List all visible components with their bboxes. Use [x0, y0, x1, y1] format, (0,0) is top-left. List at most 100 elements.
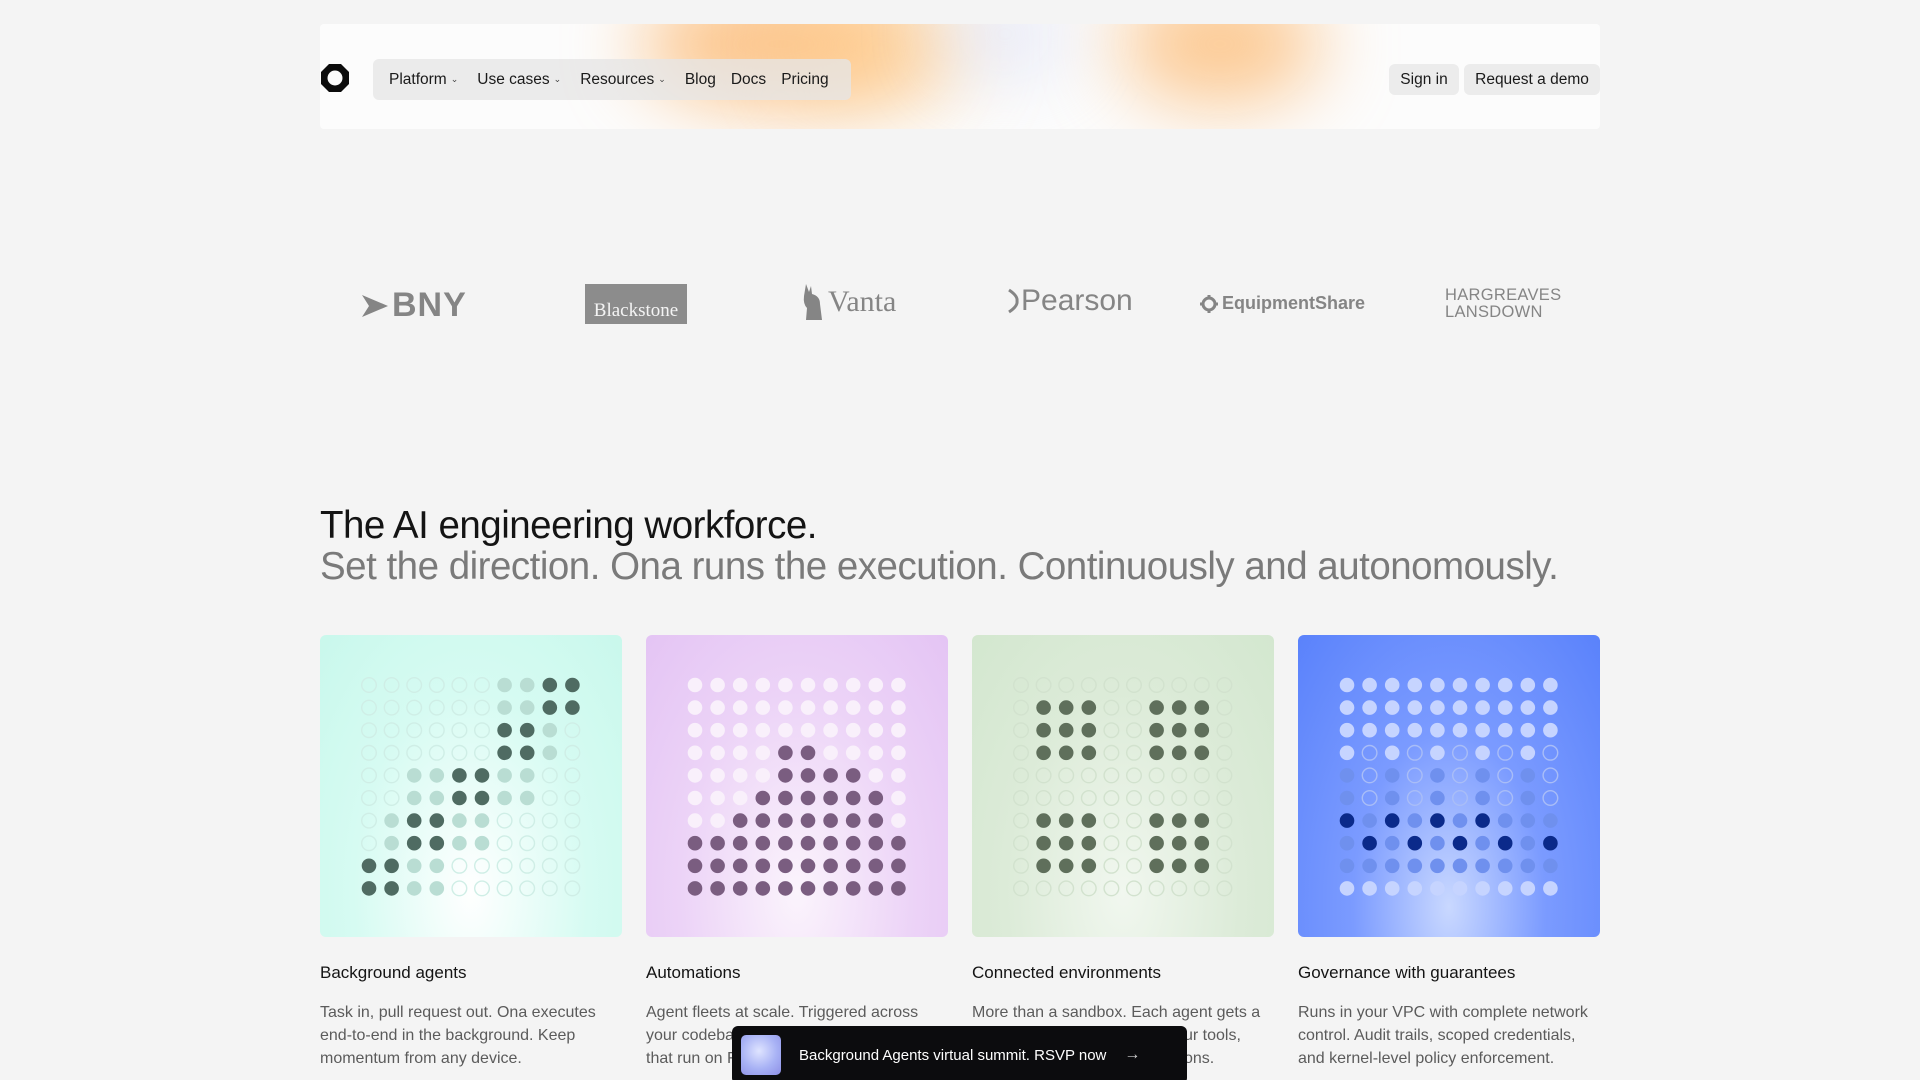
request-demo-button[interactable]: Request a demo [1464, 64, 1600, 95]
ona-logo-icon[interactable] [320, 63, 350, 93]
grid-dot [1543, 722, 1558, 738]
card-background-agents-illustration[interactable] [320, 635, 622, 937]
grid-dot [1430, 881, 1445, 896]
grid-dot [1149, 700, 1164, 715]
grid-dot [1058, 835, 1074, 851]
grid-dot [845, 881, 861, 896]
grid-dot [868, 881, 884, 896]
nav-docs[interactable]: Docs [731, 71, 766, 89]
grid-dot [755, 858, 771, 874]
grid-dot [755, 768, 771, 783]
nav-pricing[interactable]: Pricing [781, 71, 828, 89]
grid-dot [800, 881, 816, 896]
grid-dot [1430, 858, 1445, 874]
grid-dot [1148, 789, 1165, 806]
grid-dot [1384, 881, 1400, 896]
grid-dot [1497, 813, 1513, 828]
grid-dot [1361, 744, 1378, 761]
grid-dot [732, 745, 748, 761]
grid-dot [1407, 813, 1423, 828]
grid-dot [565, 677, 580, 693]
nav-use-cases[interactable]: Use cases ⌄ [477, 71, 561, 89]
grid-dot [1452, 835, 1468, 851]
grid-dot [800, 745, 816, 761]
grid-dot [1475, 722, 1490, 738]
grid-dot [1475, 677, 1490, 693]
site-header: Platform ⌄ Use cases ⌄ Resources ⌄ Blog … [320, 24, 1600, 129]
nav-platform[interactable]: Platform ⌄ [389, 71, 458, 89]
grid-dot [1103, 880, 1120, 897]
dot-grid-illustration [1339, 677, 1559, 896]
grid-dot [732, 813, 748, 828]
grid-dot [384, 835, 399, 851]
grid-dot [473, 677, 490, 694]
grid-dot [406, 744, 423, 761]
grid-dot [1013, 880, 1030, 897]
logo-text: Vanta [828, 285, 897, 318]
grid-dot [1452, 881, 1468, 896]
gear-icon [1200, 294, 1218, 313]
card-governance-illustration[interactable] [1298, 635, 1600, 937]
grid-dot [519, 745, 535, 761]
grid-dot [755, 813, 771, 828]
grid-dot [1362, 722, 1377, 738]
grid-dot [452, 835, 467, 851]
sign-in-button[interactable]: Sign in [1389, 64, 1459, 95]
grid-dot [1216, 880, 1233, 897]
grid-dot [1520, 768, 1536, 783]
card-title[interactable]: Governance with guarantees [1298, 963, 1515, 983]
grid-dot [868, 790, 884, 806]
grid-dot [384, 858, 399, 874]
card-automations-illustration[interactable] [646, 635, 948, 937]
grid-dot [406, 768, 422, 783]
grid-dot [451, 744, 468, 761]
grid-dot [428, 699, 445, 716]
nav-blog[interactable]: Blog [685, 71, 716, 89]
card-title[interactable]: Connected environments [972, 963, 1161, 983]
grid-dot [800, 722, 816, 738]
grid-dot [868, 768, 884, 783]
card-title[interactable]: Background agents [320, 963, 467, 983]
grid-dot [1451, 789, 1468, 806]
grid-dot [428, 722, 445, 739]
summit-banner[interactable]: Background Agents virtual summit. RSVP n… [732, 1026, 1187, 1080]
grid-dot [845, 722, 861, 738]
grid-dot [1058, 858, 1074, 874]
card-description: Runs in your VPC with complete network c… [1298, 1004, 1588, 1067]
grid-dot [474, 768, 490, 783]
grid-dot [473, 699, 490, 716]
grid-dot [542, 745, 558, 761]
grid-dot [1430, 745, 1445, 761]
logo-vanta: Vanta [800, 282, 896, 322]
grid-dot [1058, 677, 1075, 694]
grid-dot [1125, 722, 1142, 739]
grid-dot [1452, 858, 1468, 874]
grid-dot [1520, 745, 1536, 761]
nav-resources[interactable]: Resources ⌄ [580, 71, 666, 89]
grid-dot [497, 745, 512, 761]
grid-dot [1543, 835, 1558, 851]
grid-dot [755, 722, 771, 738]
grid-dot [845, 768, 861, 783]
grid-dot [1407, 881, 1423, 896]
grid-dot [868, 858, 884, 874]
grid-dot [1216, 835, 1233, 852]
grid-dot [1013, 767, 1030, 784]
card-connected-environments-illustration[interactable] [972, 635, 1274, 937]
grid-dot [1036, 700, 1051, 715]
grid-dot [1339, 881, 1355, 896]
card-title[interactable]: Automations [646, 963, 741, 983]
grid-dot [1451, 767, 1468, 784]
grid-dot [687, 835, 703, 851]
grid-dot [1125, 677, 1142, 694]
grid-dot [732, 858, 748, 874]
grid-dot [496, 835, 513, 852]
grid-dot [541, 857, 558, 874]
grid-dot [1475, 813, 1490, 828]
grid-dot [1384, 677, 1400, 693]
grid-dot [1125, 880, 1142, 897]
grid-dot [429, 858, 445, 874]
grid-dot [1171, 835, 1187, 851]
grid-dot [1384, 813, 1400, 828]
grid-dot [1081, 835, 1097, 851]
